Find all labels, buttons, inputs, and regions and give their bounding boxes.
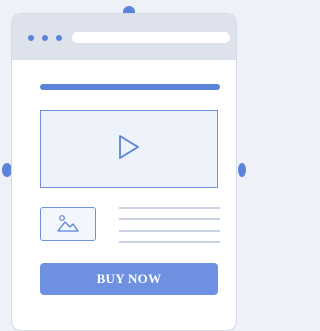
window-control-dot[interactable]: [42, 35, 48, 41]
image-icon: [57, 215, 79, 232]
connector-dot-right: [238, 163, 246, 177]
heading-placeholder: [40, 84, 220, 90]
text-line-placeholder: [119, 230, 220, 232]
video-player[interactable]: [40, 110, 218, 188]
text-line-placeholder: [119, 241, 220, 243]
buy-now-button[interactable]: BUY NOW: [40, 263, 218, 295]
image-thumbnail[interactable]: [40, 207, 96, 241]
text-line-placeholder: [119, 207, 220, 209]
play-icon: [119, 135, 139, 159]
window-control-dot[interactable]: [28, 35, 34, 41]
browser-window: BUY NOW: [11, 13, 237, 331]
text-line-placeholder: [119, 218, 220, 220]
address-bar[interactable]: [72, 32, 230, 43]
window-titlebar: [12, 14, 236, 60]
window-control-dot[interactable]: [56, 35, 62, 41]
